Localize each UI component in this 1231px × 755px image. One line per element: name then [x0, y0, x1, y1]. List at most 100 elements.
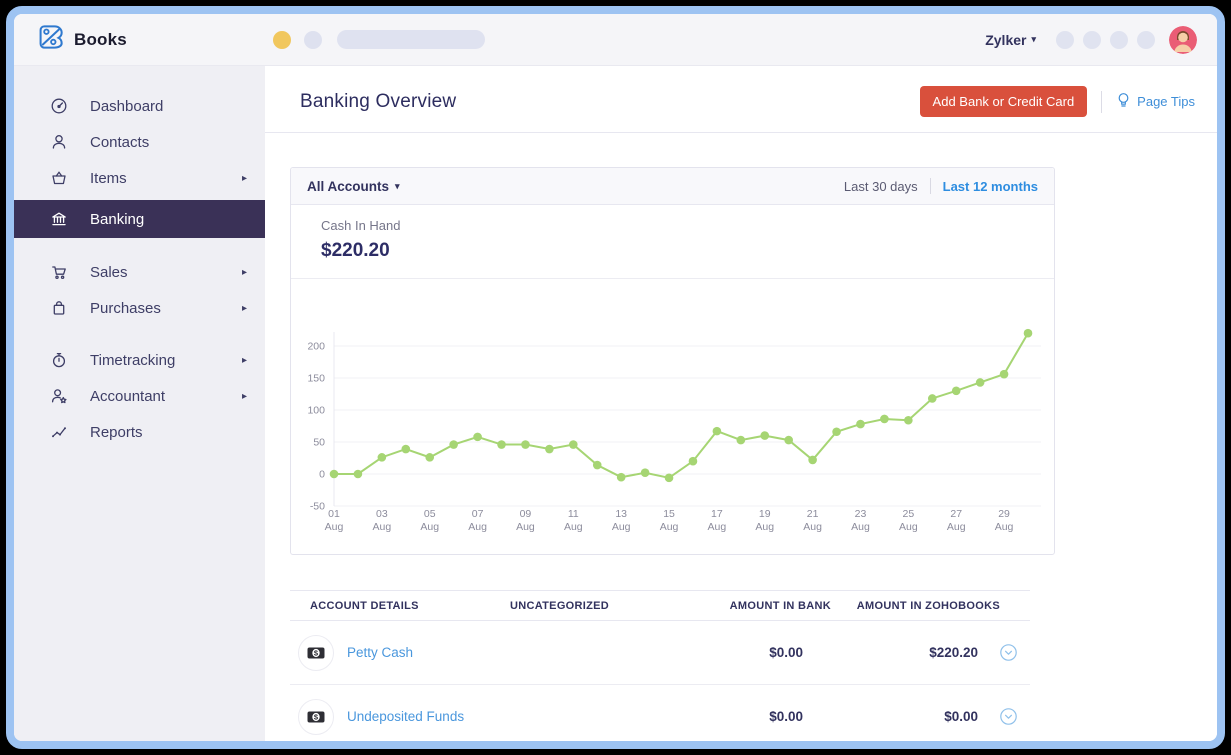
card-header: All Accounts ▾ Last 30 days Last 12 mont…	[291, 168, 1054, 205]
sidebar-item-label: Items	[90, 169, 127, 187]
column-uncategorized: UNCATEGORIZED	[510, 599, 610, 612]
row-expand-chevron-icon[interactable]	[1000, 708, 1017, 725]
sidebar-item-purchases[interactable]: Purchases ▸	[14, 290, 265, 326]
app-name: Books	[74, 29, 127, 49]
svg-text:150: 150	[307, 373, 325, 385]
sidebar-item-label: Reports	[90, 423, 143, 441]
svg-text:-50: -50	[310, 501, 325, 513]
sidebar-item-items[interactable]: Items ▸	[14, 160, 265, 196]
range-option-30-days[interactable]: Last 30 days	[844, 179, 918, 194]
chart-container: -50 0 50 100 150 200 01 Aug 03 Aug 05 Aug 07 Aug 09 Aug…	[291, 279, 1054, 554]
books-logo-icon	[36, 22, 66, 57]
page-tips-link[interactable]: Page Tips	[1116, 92, 1195, 112]
column-amount-in-bank: AMOUNT IN BANK	[729, 599, 831, 612]
accounts-filter-dropdown[interactable]: All Accounts ▾	[307, 179, 400, 194]
topbar-icon-3[interactable]	[1110, 30, 1128, 49]
accounts-table: ACCOUNT DETAILS UNCATEGORIZED AMOUNT IN …	[290, 590, 1030, 741]
amount-in-bank-cell: $0.00	[769, 645, 803, 660]
add-bank-button[interactable]: Add Bank or Credit Card	[919, 86, 1088, 117]
sidebar-item-contacts[interactable]: Contacts	[14, 124, 265, 160]
cash-account-icon: $	[298, 634, 334, 671]
sidebar-item-accountant[interactable]: Accountant ▸	[14, 378, 265, 414]
top-bar: Books Zylker ▾	[14, 14, 1217, 66]
svg-text:50: 50	[313, 437, 325, 449]
bag-icon	[50, 299, 68, 317]
svg-text:19Aug: 19 Aug	[755, 508, 774, 533]
stopwatch-icon	[50, 351, 68, 369]
svg-text:13Aug: 13 Aug	[612, 508, 631, 533]
cash-summary: Cash In Hand $220.20	[291, 205, 1054, 279]
topbar-icon-2[interactable]	[1083, 30, 1101, 49]
svg-text:03Aug: 03 Aug	[373, 508, 392, 533]
topbar-icon-4[interactable]	[1137, 30, 1155, 49]
main-content: Banking Overview Add Bank or Credit Card…	[265, 66, 1217, 741]
sidebar-item-label: Purchases	[90, 299, 161, 317]
org-switcher[interactable]: Zylker ▾	[985, 32, 1036, 48]
page-header: Banking Overview Add Bank or Credit Card…	[265, 66, 1217, 132]
header-separator	[1101, 90, 1103, 113]
person-icon	[50, 133, 68, 151]
org-name: Zylker	[985, 31, 1027, 48]
banking-overview-card: All Accounts ▾ Last 30 days Last 12 mont…	[290, 167, 1055, 555]
svg-text:21Aug: 21 Aug	[803, 508, 822, 533]
chevron-right-icon: ▸	[241, 390, 247, 402]
cash-flow-chart: -50 0 50 100 150 200 01 Aug 03 Aug 05 Aug 07 Aug 09 Aug…	[307, 328, 1041, 533]
page-title: Banking Overview	[300, 90, 457, 112]
range-separator	[929, 178, 931, 194]
svg-text:01Aug: 01 Aug	[325, 508, 344, 533]
caret-down-icon: ▾	[1031, 34, 1036, 44]
sidebar-item-label: Sales	[90, 263, 128, 281]
user-avatar[interactable]	[1169, 25, 1197, 54]
range-option-12-months[interactable]: Last 12 months	[943, 179, 1038, 194]
sidebar-item-timetracking[interactable]: Timetracking ▸	[14, 342, 265, 378]
search-bar-placeholder[interactable]	[336, 30, 485, 49]
sidebar-item-banking[interactable]: Banking	[14, 200, 265, 238]
bank-icon	[50, 210, 68, 228]
cash-in-hand-value: $220.20	[321, 240, 390, 261]
svg-text:29Aug: 29 Aug	[995, 508, 1014, 533]
chevron-right-icon: ▸	[241, 266, 247, 278]
row-expand-chevron-icon[interactable]	[1000, 644, 1017, 661]
app-window: Books Zylker ▾ Dashboard Contacts Items …	[6, 6, 1225, 749]
topbar-icon-1[interactable]	[1056, 30, 1074, 49]
amount-in-zohobooks-cell: $0.00	[944, 709, 978, 724]
chevron-right-icon: ▸	[241, 302, 247, 314]
column-account-details: ACCOUNT DETAILS	[310, 599, 419, 612]
lightbulb-icon	[1116, 92, 1131, 112]
cash-in-hand-label: Cash In Hand	[321, 218, 401, 233]
svg-text:11Aug: 11 Aug	[564, 508, 583, 533]
sidebar-item-label: Banking	[90, 210, 145, 228]
account-link[interactable]: Undeposited Funds	[347, 709, 464, 724]
chevron-right-icon: ▸	[241, 354, 247, 366]
svg-text:0: 0	[319, 469, 325, 481]
sidebar-item-reports[interactable]: Reports	[14, 414, 265, 450]
sidebar-nav: Dashboard Contacts Items ▸ Banking Sales…	[14, 66, 265, 741]
chevron-right-icon: ▸	[241, 172, 247, 184]
svg-text:05Aug: 05 Aug	[420, 508, 439, 533]
sidebar-item-dashboard[interactable]: Dashboard	[14, 88, 265, 124]
basket-icon	[50, 169, 68, 187]
sidebar-item-label: Accountant	[90, 387, 166, 405]
notification-dot[interactable]	[272, 30, 291, 49]
sidebar-item-sales[interactable]: Sales ▸	[14, 254, 265, 290]
amount-in-bank-cell: $0.00	[769, 709, 803, 724]
accounts-filter-label: All Accounts	[307, 178, 390, 194]
table-header-row: ACCOUNT DETAILS UNCATEGORIZED AMOUNT IN …	[290, 590, 1030, 621]
account-link[interactable]: Petty Cash	[347, 645, 413, 660]
app-logo[interactable]: Books	[36, 22, 127, 57]
amount-in-zohobooks-cell: $220.20	[929, 645, 978, 660]
trend-icon	[50, 423, 68, 441]
svg-text:200: 200	[307, 341, 325, 353]
svg-text:15Aug: 15 Aug	[660, 508, 679, 533]
caret-down-icon: ▾	[395, 180, 400, 191]
topbar-circle-placeholder[interactable]	[303, 30, 322, 49]
topbar-right: Zylker ▾	[985, 25, 1197, 54]
page-tips-label: Page Tips	[1137, 94, 1195, 109]
accountant-icon	[50, 387, 68, 405]
svg-text:23Aug: 23 Aug	[851, 508, 870, 533]
svg-text:07Aug: 07 Aug	[468, 508, 487, 533]
svg-text:25Aug: 25 Aug	[899, 508, 918, 533]
table-row: $ Undeposited Funds $0.00 $0.00	[290, 685, 1030, 741]
svg-text:27Aug: 27 Aug	[947, 508, 966, 533]
cart-icon	[50, 263, 68, 281]
